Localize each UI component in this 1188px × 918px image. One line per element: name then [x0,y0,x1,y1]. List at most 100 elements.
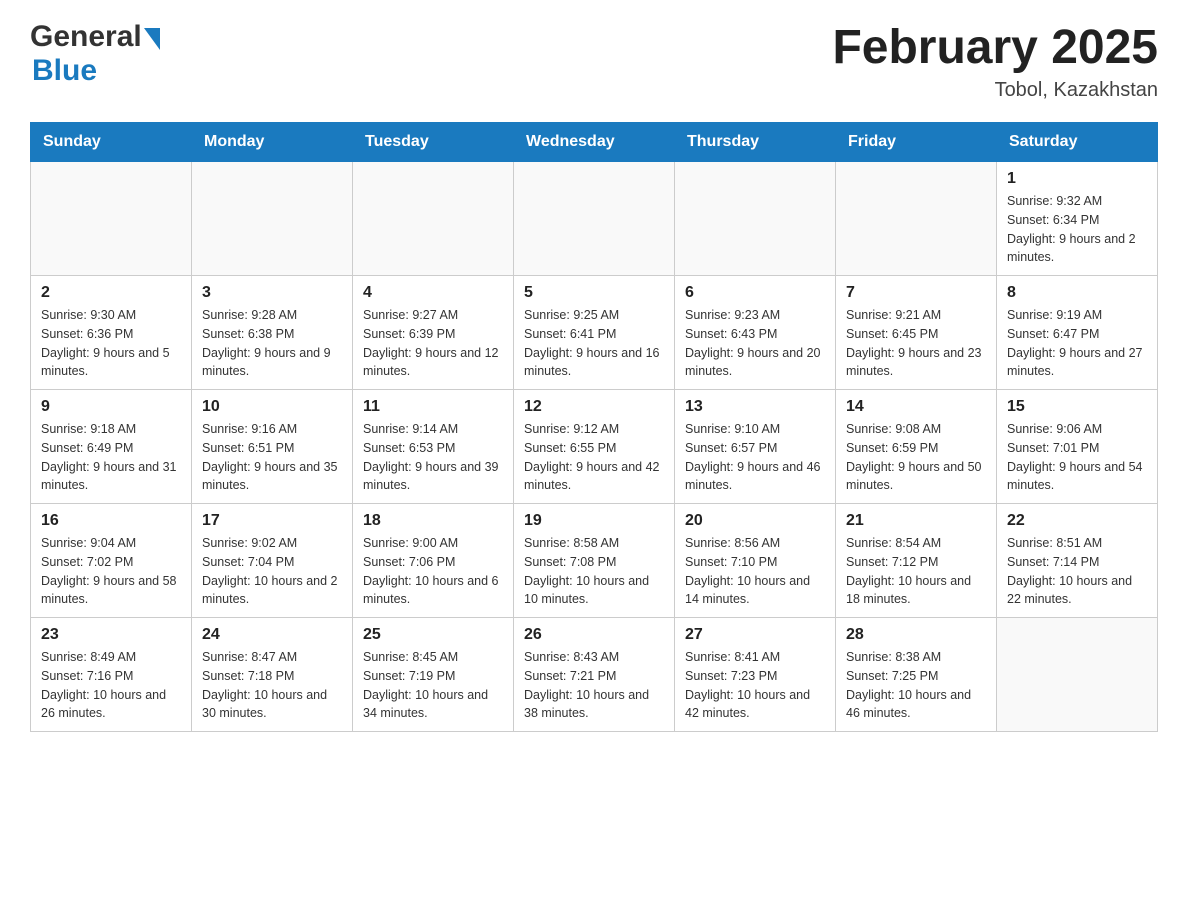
col-tuesday: Tuesday [353,123,514,162]
day-number: 11 [363,398,503,416]
week-row-3: 9 Sunrise: 9:18 AMSunset: 6:49 PMDaylight… [31,390,1158,504]
week-row-4: 16 Sunrise: 9:04 AMSunset: 7:02 PMDayligh… [31,504,1158,618]
calendar-cell: 7 Sunrise: 9:21 AMSunset: 6:45 PMDaylight… [836,276,997,390]
calendar-cell [997,618,1158,732]
day-info: Sunrise: 9:25 AMSunset: 6:41 PMDaylight:… [524,306,664,381]
calendar-cell: 12 Sunrise: 9:12 AMSunset: 6:55 PMDayligh… [514,390,675,504]
day-number: 15 [1007,398,1147,416]
day-info: Sunrise: 8:54 AMSunset: 7:12 PMDaylight:… [846,534,986,609]
logo-general: General [30,20,142,54]
calendar-cell: 11 Sunrise: 9:14 AMSunset: 6:53 PMDayligh… [353,390,514,504]
calendar-cell [514,162,675,276]
calendar-cell: 27 Sunrise: 8:41 AMSunset: 7:23 PMDayligh… [675,618,836,732]
calendar-cell: 20 Sunrise: 8:56 AMSunset: 7:10 PMDayligh… [675,504,836,618]
day-info: Sunrise: 9:00 AMSunset: 7:06 PMDaylight:… [363,534,503,609]
col-monday: Monday [192,123,353,162]
calendar-cell: 14 Sunrise: 9:08 AMSunset: 6:59 PMDayligh… [836,390,997,504]
page-header: General Blue February 2025 Tobol, Kazakh… [30,20,1158,102]
day-number: 7 [846,284,986,302]
calendar-cell: 26 Sunrise: 8:43 AMSunset: 7:21 PMDayligh… [514,618,675,732]
col-thursday: Thursday [675,123,836,162]
day-number: 16 [41,512,181,530]
page-subtitle: Tobol, Kazakhstan [832,79,1158,102]
day-number: 6 [685,284,825,302]
calendar-cell: 8 Sunrise: 9:19 AMSunset: 6:47 PMDaylight… [997,276,1158,390]
day-number: 13 [685,398,825,416]
day-info: Sunrise: 8:47 AMSunset: 7:18 PMDaylight:… [202,648,342,723]
day-number: 20 [685,512,825,530]
day-number: 18 [363,512,503,530]
week-row-5: 23 Sunrise: 8:49 AMSunset: 7:16 PMDayligh… [31,618,1158,732]
calendar-cell: 9 Sunrise: 9:18 AMSunset: 6:49 PMDaylight… [31,390,192,504]
day-number: 19 [524,512,664,530]
day-number: 27 [685,626,825,644]
day-info: Sunrise: 9:02 AMSunset: 7:04 PMDaylight:… [202,534,342,609]
day-info: Sunrise: 9:14 AMSunset: 6:53 PMDaylight:… [363,420,503,495]
day-number: 26 [524,626,664,644]
calendar-cell: 5 Sunrise: 9:25 AMSunset: 6:41 PMDaylight… [514,276,675,390]
day-info: Sunrise: 8:41 AMSunset: 7:23 PMDaylight:… [685,648,825,723]
day-number: 12 [524,398,664,416]
day-number: 14 [846,398,986,416]
calendar-table: Sunday Monday Tuesday Wednesday Thursday… [30,122,1158,732]
week-row-1: 1Sunrise: 9:32 AMSunset: 6:34 PMDaylight… [31,162,1158,276]
logo-triangle-icon [144,28,160,50]
day-number: 8 [1007,284,1147,302]
title-block: February 2025 Tobol, Kazakhstan [832,20,1158,102]
calendar-cell [353,162,514,276]
day-number: 9 [41,398,181,416]
day-info: Sunrise: 9:23 AMSunset: 6:43 PMDaylight:… [685,306,825,381]
calendar-cell: 1Sunrise: 9:32 AMSunset: 6:34 PMDaylight… [997,162,1158,276]
calendar-cell: 6 Sunrise: 9:23 AMSunset: 6:43 PMDaylight… [675,276,836,390]
calendar-cell: 21 Sunrise: 8:54 AMSunset: 7:12 PMDayligh… [836,504,997,618]
day-info: Sunrise: 9:16 AMSunset: 6:51 PMDaylight:… [202,420,342,495]
day-info: Sunrise: 8:56 AMSunset: 7:10 PMDaylight:… [685,534,825,609]
day-number: 1 [1007,170,1147,188]
calendar-cell: 13Sunrise: 9:10 AMSunset: 6:57 PMDayligh… [675,390,836,504]
day-info: Sunrise: 9:27 AMSunset: 6:39 PMDaylight:… [363,306,503,381]
day-info: Sunrise: 9:28 AMSunset: 6:38 PMDaylight:… [202,306,342,381]
day-info: Sunrise: 9:30 AMSunset: 6:36 PMDaylight:… [41,306,181,381]
day-info: Sunrise: 8:45 AMSunset: 7:19 PMDaylight:… [363,648,503,723]
calendar-cell: 24 Sunrise: 8:47 AMSunset: 7:18 PMDayligh… [192,618,353,732]
calendar-cell [675,162,836,276]
day-number: 10 [202,398,342,416]
page-title: February 2025 [832,20,1158,75]
day-info: Sunrise: 9:19 AMSunset: 6:47 PMDaylight:… [1007,306,1147,381]
calendar-cell: 17Sunrise: 9:02 AMSunset: 7:04 PMDayligh… [192,504,353,618]
day-number: 23 [41,626,181,644]
day-number: 28 [846,626,986,644]
col-sunday: Sunday [31,123,192,162]
col-friday: Friday [836,123,997,162]
logo: General Blue [30,20,160,88]
calendar-cell: 4 Sunrise: 9:27 AMSunset: 6:39 PMDaylight… [353,276,514,390]
day-number: 4 [363,284,503,302]
day-info: Sunrise: 8:49 AMSunset: 7:16 PMDaylight:… [41,648,181,723]
calendar-cell: 23 Sunrise: 8:49 AMSunset: 7:16 PMDayligh… [31,618,192,732]
day-number: 5 [524,284,664,302]
day-info: Sunrise: 8:43 AMSunset: 7:21 PMDaylight:… [524,648,664,723]
day-info: Sunrise: 8:38 AMSunset: 7:25 PMDaylight:… [846,648,986,723]
calendar-cell [192,162,353,276]
calendar-cell: 25Sunrise: 8:45 AMSunset: 7:19 PMDayligh… [353,618,514,732]
calendar-header: Sunday Monday Tuesday Wednesday Thursday… [31,123,1158,162]
day-number: 21 [846,512,986,530]
calendar-cell: 22Sunrise: 8:51 AMSunset: 7:14 PMDayligh… [997,504,1158,618]
calendar-cell: 10 Sunrise: 9:16 AMSunset: 6:51 PMDayligh… [192,390,353,504]
day-info: Sunrise: 9:18 AMSunset: 6:49 PMDaylight:… [41,420,181,495]
col-saturday: Saturday [997,123,1158,162]
day-number: 3 [202,284,342,302]
logo-blue: Blue [32,54,97,87]
calendar-cell: 28 Sunrise: 8:38 AMSunset: 7:25 PMDayligh… [836,618,997,732]
day-number: 22 [1007,512,1147,530]
day-info: Sunrise: 9:08 AMSunset: 6:59 PMDaylight:… [846,420,986,495]
calendar-cell: 16 Sunrise: 9:04 AMSunset: 7:02 PMDayligh… [31,504,192,618]
day-info: Sunrise: 9:12 AMSunset: 6:55 PMDaylight:… [524,420,664,495]
week-row-2: 2Sunrise: 9:30 AMSunset: 6:36 PMDaylight… [31,276,1158,390]
day-number: 24 [202,626,342,644]
day-info: Sunrise: 9:06 AMSunset: 7:01 PMDaylight:… [1007,420,1147,495]
calendar-cell [836,162,997,276]
calendar-cell: 15 Sunrise: 9:06 AMSunset: 7:01 PMDayligh… [997,390,1158,504]
day-info: Sunrise: 9:04 AMSunset: 7:02 PMDaylight:… [41,534,181,609]
day-info: Sunrise: 9:21 AMSunset: 6:45 PMDaylight:… [846,306,986,381]
